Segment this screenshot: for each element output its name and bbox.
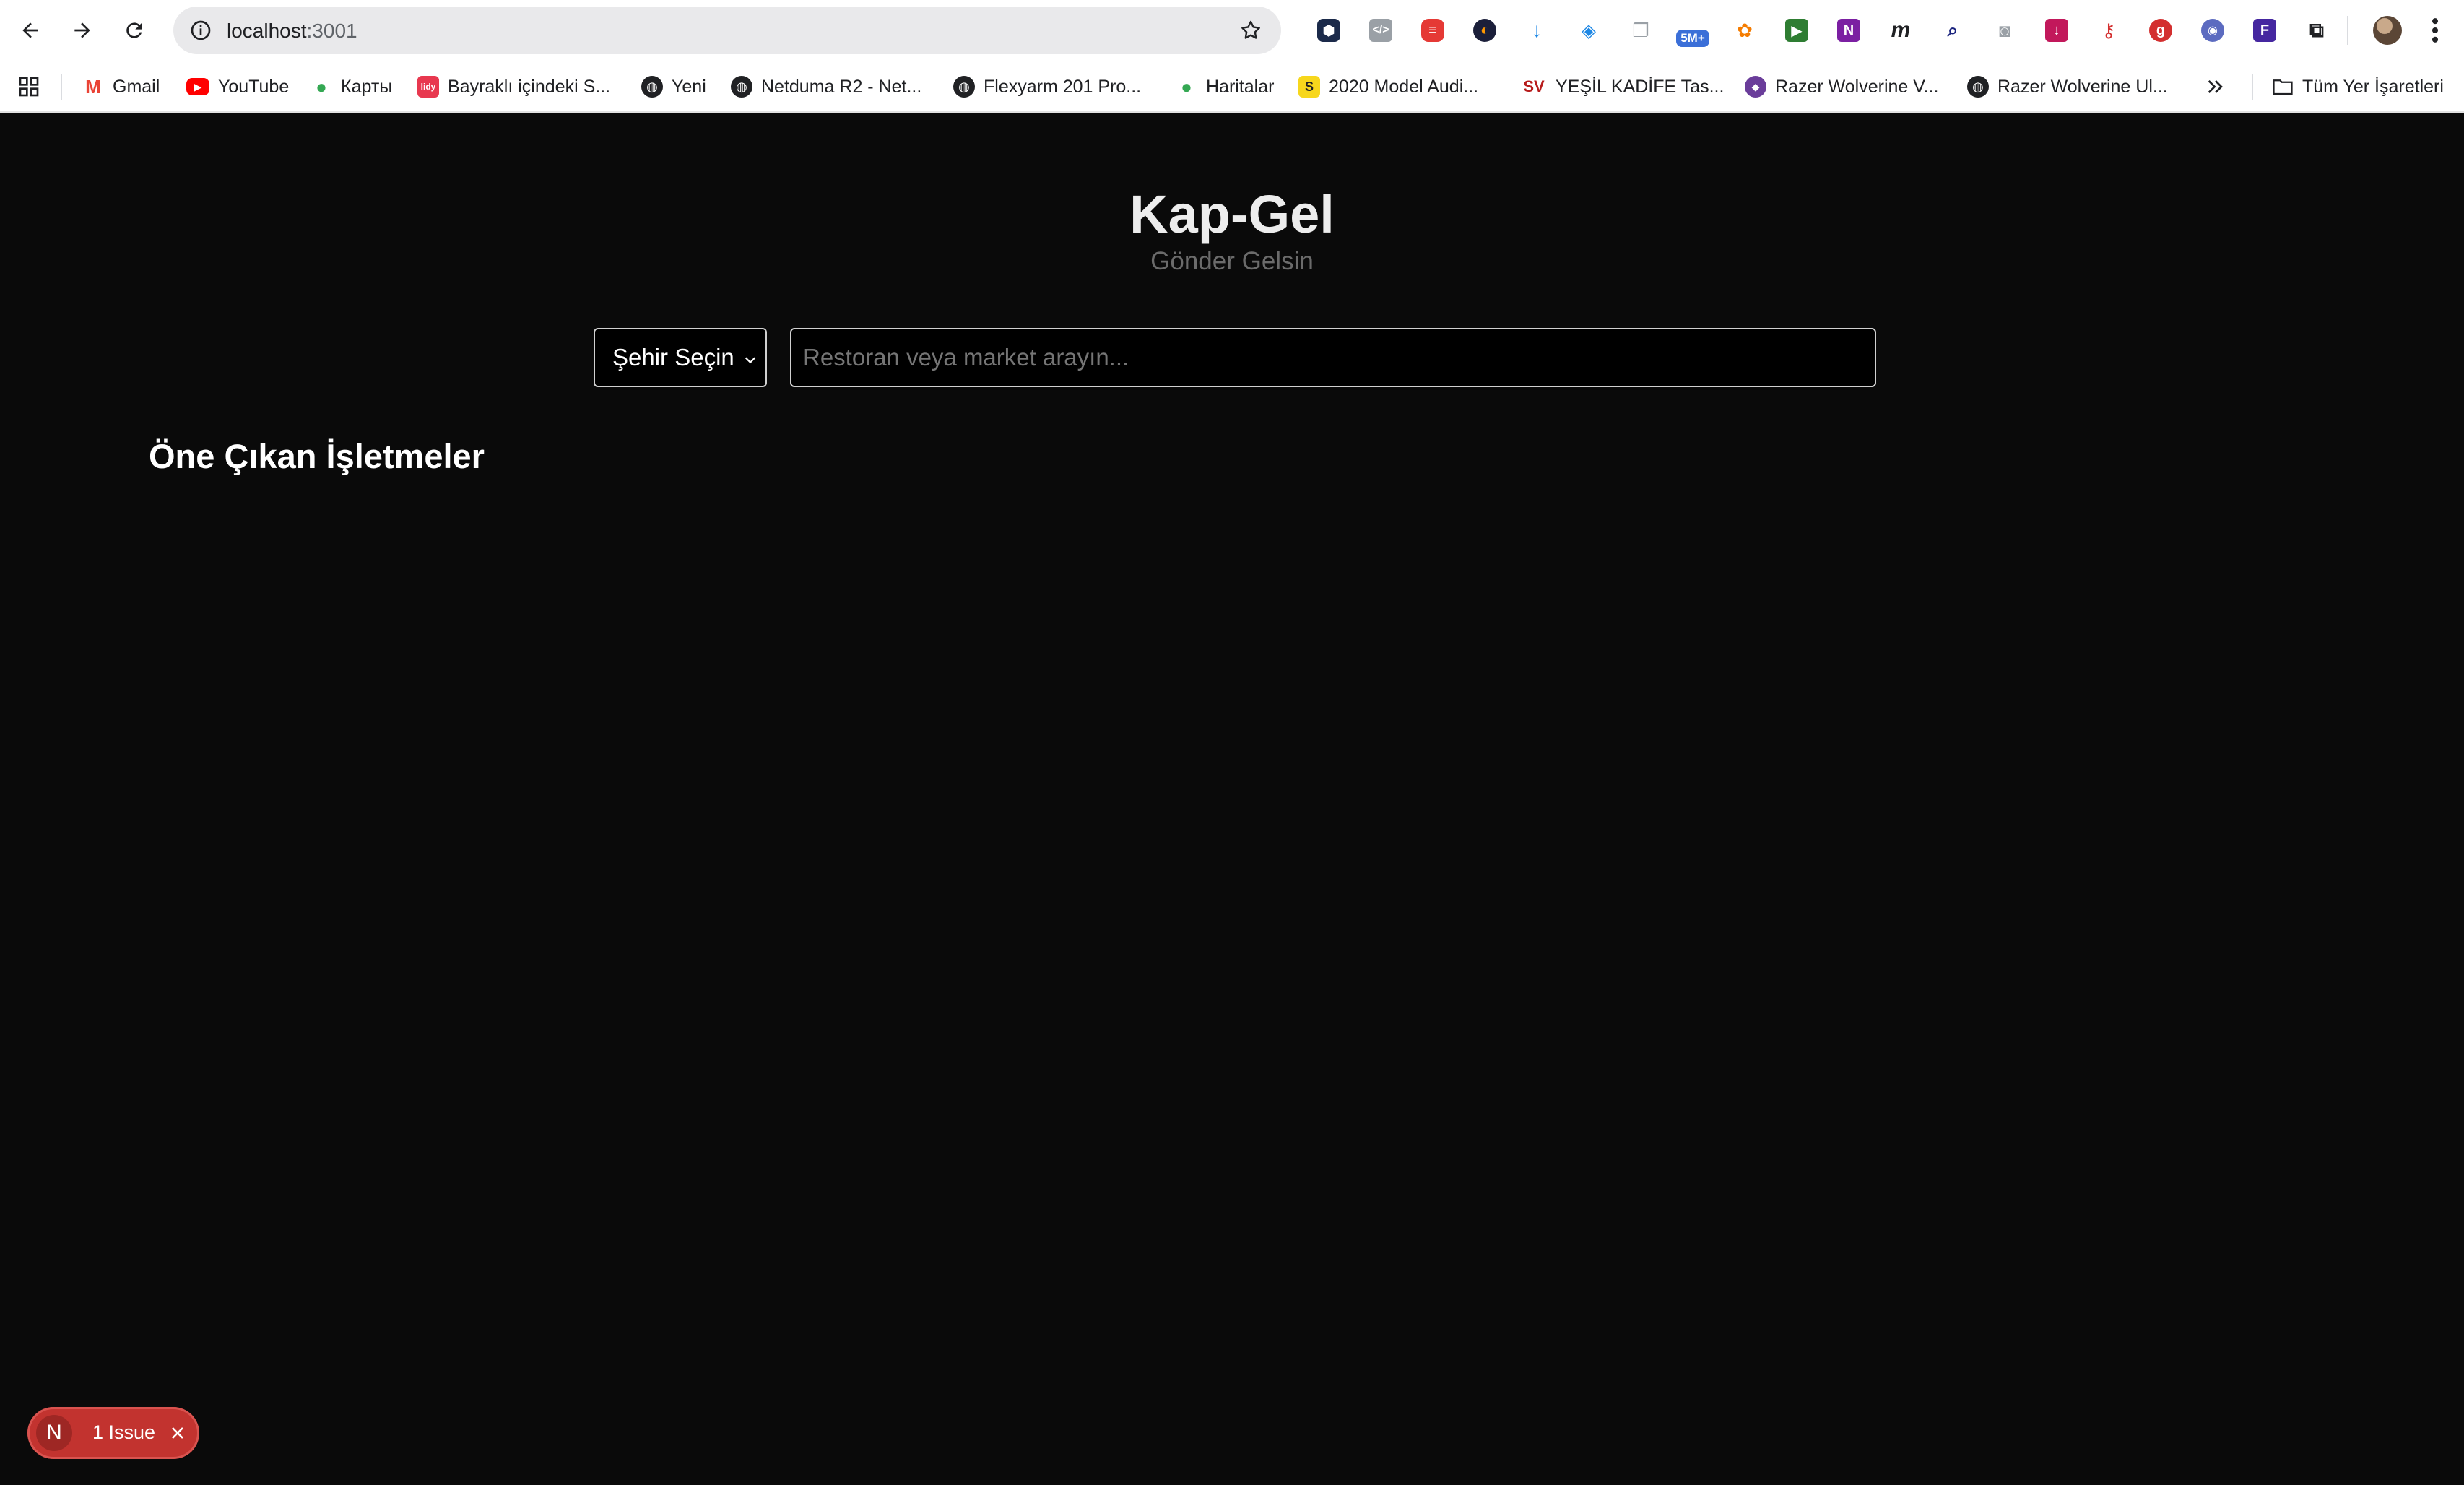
globe-icon: ◍ [731, 76, 752, 98]
arrow-right-icon [74, 22, 90, 38]
folder-icon [2272, 76, 2294, 98]
camera-icon: ◙ [1999, 19, 2010, 41]
maps-pin-icon: ● [1181, 75, 1192, 98]
all-bookmarks-folder[interactable]: Tüm Yer İşaretleri [2272, 72, 2444, 101]
apps-grid-icon[interactable] [17, 75, 40, 98]
brand-title: Kap-Gel [1129, 184, 1335, 244]
hexagon-icon: ⬢ [1317, 19, 1340, 42]
razer-icon: ◆ [1745, 76, 1766, 98]
extension-9[interactable]: ✿ [1719, 10, 1771, 51]
reload-icon [126, 22, 142, 38]
bookmark-bayrakli[interactable]: lidy Bayraklı içindeki S... [417, 72, 610, 101]
magnifier-icon: ⌕ [1947, 19, 1958, 40]
bookmark-star-icon[interactable] [1239, 19, 1262, 42]
key-icon: ⚷ [2101, 19, 2116, 41]
extensions-bar: ⬢ </> ≡ ◐ ↓ ◈ ❐ 5M+ ✿ ▶ N m ⌕ ◙ ↓ ⚷ g ◉ … [1303, 10, 2343, 51]
back-button[interactable] [10, 10, 51, 51]
search-input[interactable] [790, 328, 1876, 387]
reload-button[interactable] [114, 10, 155, 51]
extension-11[interactable]: N [1823, 10, 1875, 51]
gmail-icon: M [85, 75, 101, 98]
brand-subtitle: Gönder Gelsin [1150, 247, 1314, 275]
extension-19[interactable]: F [2239, 10, 2291, 51]
bookmarks-divider-2 [2252, 74, 2253, 100]
extension-17[interactable]: g [2135, 10, 2187, 51]
arrow-left-icon [22, 22, 38, 38]
bookmarks-bar: M Gmail ▶ YouTube ● Карты lidy Bayraklı … [0, 61, 2464, 113]
issues-label: 1 Issue [92, 1421, 156, 1443]
s-icon: S [1298, 76, 1320, 98]
extension-4[interactable]: ◐ [1459, 10, 1511, 51]
city-select-value: Şehir Seçin [612, 344, 734, 371]
url-text: localhost:3001 [227, 20, 357, 42]
mask-icon: ◉ [2201, 19, 2224, 42]
toolbar-divider [2347, 16, 2348, 45]
bookmark-razer-ul[interactable]: ◍ Razer Wolverine Ul... [1967, 72, 2168, 101]
extension-7[interactable]: ❐ [1615, 10, 1667, 51]
page-content: Kap-Gel Gönder Gelsin Şehir Seçin Öne Çı… [0, 114, 2464, 1485]
chevron-down-icon [745, 357, 756, 364]
issues-badge[interactable]: N 1 Issue [27, 1407, 199, 1459]
bookmark-yesil-kadife[interactable]: SV YEŞİL KADİFE Tas... [1521, 72, 1724, 101]
extension-3[interactable]: ≡ [1407, 10, 1459, 51]
bookmark-karty[interactable]: ● Карты [311, 72, 392, 101]
flower-icon: ✿ [1737, 19, 1753, 41]
play-icon: ▶ [1785, 19, 1808, 42]
bookmark-yeni[interactable]: ◍ Yeni [641, 72, 706, 101]
onenote-icon: N [1837, 19, 1860, 42]
more-vert-icon[interactable] [2426, 14, 2444, 46]
stack-icon: ≡ [1421, 19, 1444, 42]
youtube-icon: ▶ [186, 78, 209, 95]
code-icon: </> [1369, 19, 1392, 42]
bookmark-haritalar[interactable]: ● Haritalar [1176, 72, 1274, 101]
extension-18[interactable]: ◉ [2187, 10, 2239, 51]
bookmark-gmail[interactable]: M Gmail [82, 72, 160, 101]
close-icon[interactable] [169, 1424, 186, 1442]
extension-10[interactable]: ▶ [1771, 10, 1823, 51]
chevron-double-right-icon[interactable] [2204, 75, 2227, 98]
bookmark-flexyarm[interactable]: ◍ Flexyarm 201 Pro... [953, 72, 1141, 101]
bookmark-audi[interactable]: S 2020 Model Audi... [1298, 72, 1478, 101]
section-title: Öne Çıkan İşletmeler [149, 437, 485, 475]
extension-15[interactable]: ↓ [2031, 10, 2083, 51]
nextjs-logo-icon: N [36, 1415, 72, 1451]
extension-12[interactable]: m [1875, 10, 1927, 51]
city-select[interactable]: Şehir Seçin [594, 328, 767, 387]
bookmark-youtube[interactable]: ▶ YouTube [186, 72, 289, 101]
sv-icon: SV [1523, 77, 1545, 95]
extension-badge: 5M+ [1676, 30, 1709, 47]
extension-14[interactable]: ◙ [1979, 10, 2031, 51]
globe-icon: ◍ [1967, 76, 1989, 98]
extension-2[interactable]: </> [1355, 10, 1407, 51]
bookmark-netduma[interactable]: ◍ Netduma R2 - Net... [731, 72, 921, 101]
copy-icon: ❐ [1632, 19, 1649, 41]
m-icon: m [1891, 18, 1911, 42]
puzzle-icon: ⧉ [2309, 18, 2324, 41]
g-icon: g [2149, 19, 2172, 42]
extension-8[interactable]: 5M+ [1667, 10, 1719, 51]
globe-icon: ◍ [953, 76, 975, 98]
extension-16[interactable]: ⚷ [2083, 10, 2135, 51]
tag-icon: ◈ [1582, 19, 1596, 41]
bookmarks-divider [61, 74, 62, 100]
site-icon: lidy [417, 76, 439, 98]
download-box-icon: ↓ [2045, 19, 2068, 42]
extension-1[interactable]: ⬢ [1303, 10, 1355, 51]
orb-icon: ◐ [1473, 19, 1496, 42]
globe-icon: ◍ [641, 76, 663, 98]
forward-button[interactable] [62, 10, 103, 51]
extension-5[interactable]: ↓ [1511, 10, 1563, 51]
profile-avatar[interactable] [2373, 16, 2402, 45]
extensions-menu-button[interactable]: ⧉ [2291, 10, 2343, 51]
site-info-icon[interactable] [189, 19, 212, 42]
address-bar[interactable]: localhost:3001 [173, 7, 1281, 54]
extension-13[interactable]: ⌕ [1927, 10, 1979, 51]
maps-pin-icon: ● [316, 75, 327, 98]
extension-6[interactable]: ◈ [1563, 10, 1615, 51]
download-arrow-icon: ↓ [1532, 19, 1542, 41]
browser-toolbar: localhost:3001 ⬢ </> ≡ ◐ ↓ ◈ ❐ 5M+ ✿ ▶ N… [0, 0, 2464, 61]
bookmark-razer-v[interactable]: ◆ Razer Wolverine V... [1745, 72, 1939, 101]
form-icon: F [2253, 19, 2276, 42]
